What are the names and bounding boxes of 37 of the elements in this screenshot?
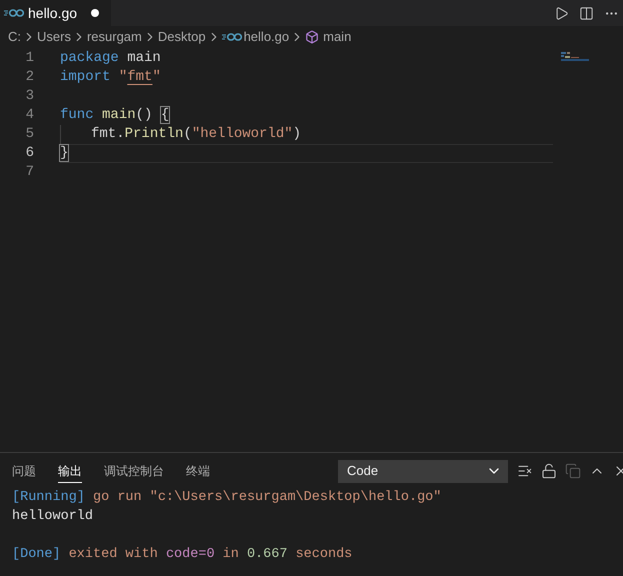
panel-tab[interactable]: 终端 <box>186 459 210 483</box>
breadcrumb-item[interactable]: hello.go <box>244 27 290 47</box>
line-number: 1 <box>24 49 34 68</box>
output-line: [Done] exited with code=0 in 0.667 seconds <box>12 546 352 564</box>
breadcrumb-item[interactable]: main <box>323 27 352 47</box>
editor-tab[interactable]: hello.go <box>0 0 111 26</box>
output-line: helloworld <box>12 508 94 526</box>
code-line: package main <box>60 49 161 68</box>
copy-icon[interactable] <box>565 463 581 479</box>
line-number: 5 <box>24 125 34 144</box>
code-line: fmt.Println("helloworld") <box>91 125 302 144</box>
cube-icon <box>305 30 320 44</box>
minimap-drawing <box>561 52 589 64</box>
tab-label: hello.go <box>28 4 78 23</box>
go-logo-icon <box>4 9 24 17</box>
line-number: 2 <box>24 68 34 87</box>
line-number: 6 <box>24 144 34 163</box>
output-line: [Running] go run "c:\Users\resurgam\Desktop\hello.go" <box>12 489 442 508</box>
breadcrumb-item[interactable]: C: <box>8 27 21 47</box>
line-number: 4 <box>24 106 34 125</box>
code-line: } <box>60 144 68 163</box>
breadcrumb-item[interactable]: Desktop <box>158 27 206 47</box>
panel-tab[interactable]: 调试控制台 <box>104 459 164 483</box>
line-number: 3 <box>24 87 34 106</box>
breadcrumb-item[interactable]: Users <box>37 27 71 47</box>
panel-tab[interactable]: 输出 <box>58 459 82 483</box>
line-number: 7 <box>24 163 34 182</box>
breadcrumb-item[interactable]: resurgam <box>86 27 142 47</box>
split-editor-icon[interactable] <box>579 6 594 20</box>
output-channel-select[interactable]: Code <box>338 460 508 482</box>
unlock-icon[interactable] <box>541 463 557 479</box>
panel-tab[interactable]: 问题 <box>12 459 36 483</box>
code-line: import "fmt" <box>60 68 161 87</box>
run-icon[interactable] <box>554 6 569 20</box>
clear-output-icon[interactable] <box>517 463 533 479</box>
code-line: func main() { <box>60 106 170 125</box>
go-logo-icon <box>222 33 242 41</box>
